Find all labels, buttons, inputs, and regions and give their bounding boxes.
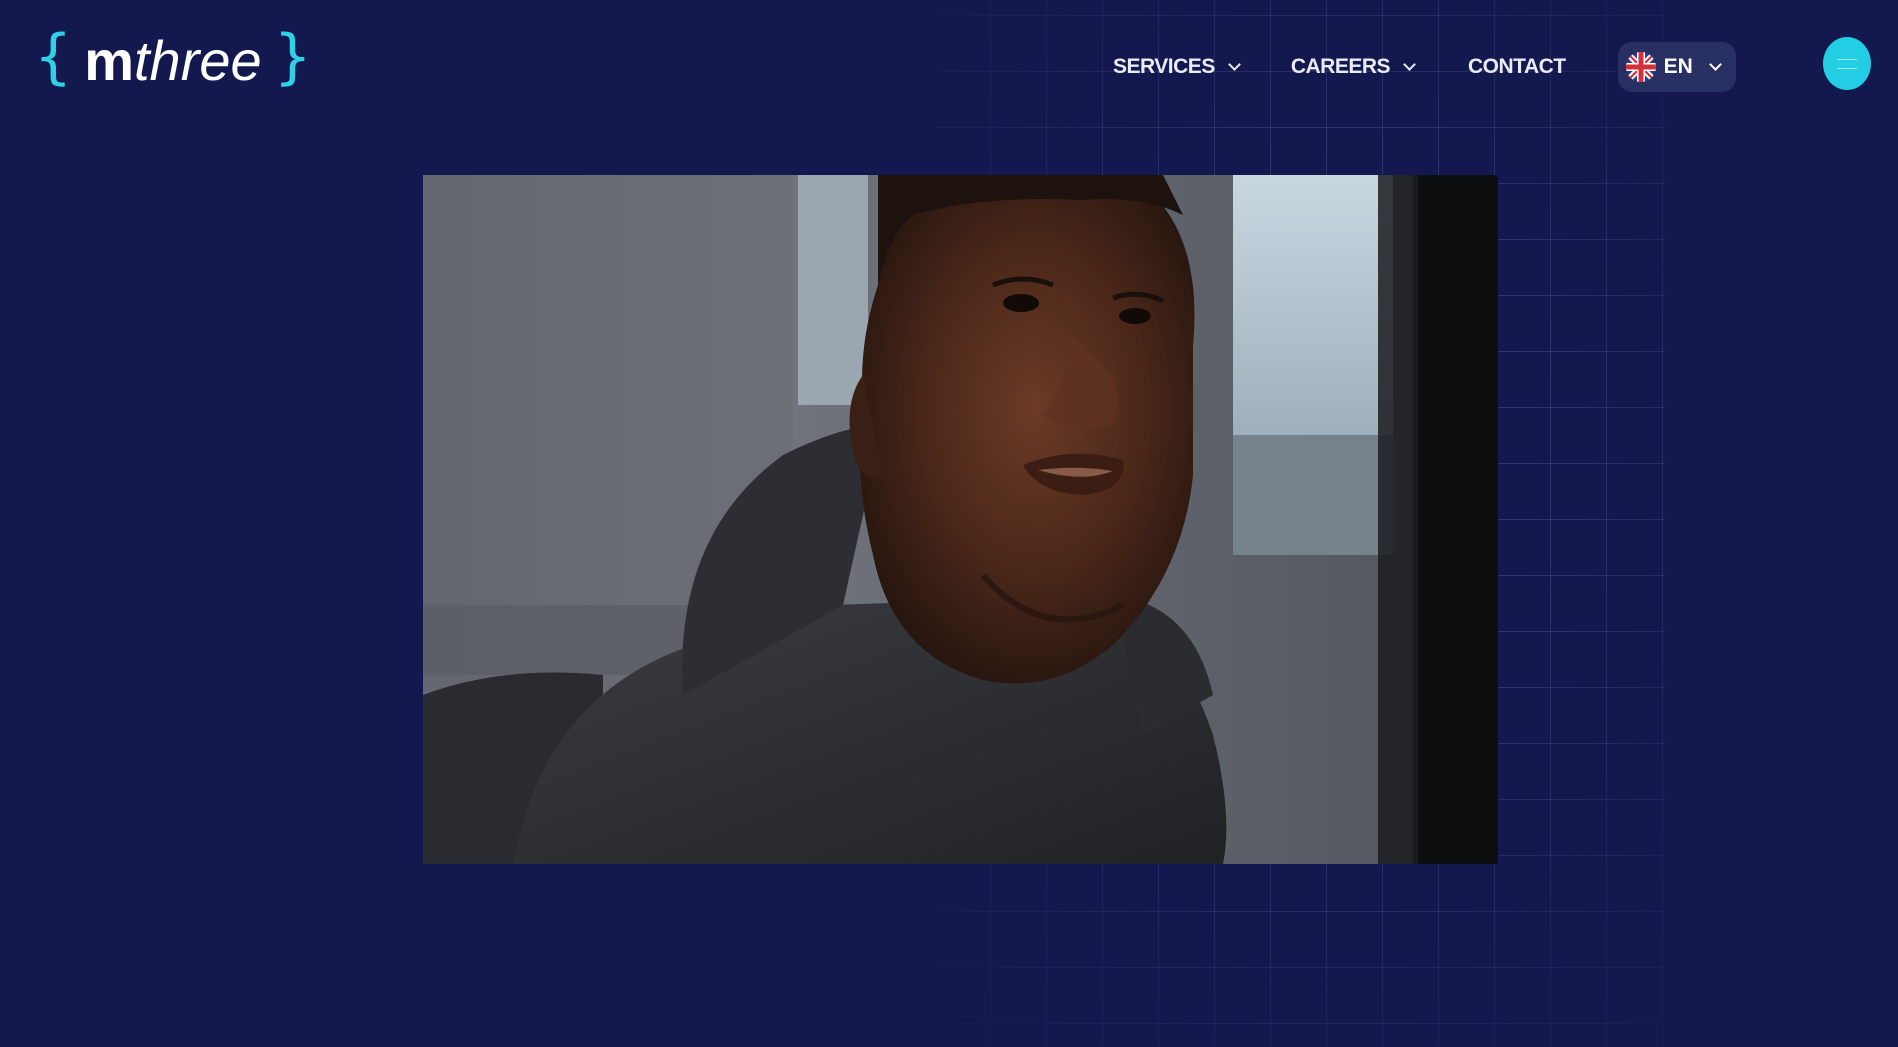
nav-contact-label: CONTACT: [1468, 55, 1566, 78]
uk-flag-icon: [1625, 52, 1656, 82]
chevron-down-icon: [1403, 57, 1416, 71]
logo-open-brace: {: [34, 22, 73, 92]
main-nav: SERVICES CAREERS CONTACT EN: [1113, 42, 1736, 92]
site-header: { m three } SERVICES CAREERS CONTACT EN: [0, 0, 1898, 125]
nav-careers[interactable]: CAREERS: [1290, 47, 1416, 87]
language-label: EN: [1663, 55, 1693, 78]
chevron-down-icon: [1708, 57, 1722, 71]
logo-m: m: [84, 29, 134, 92]
nav-careers-label: CAREERS: [1290, 55, 1391, 78]
logo-three: three: [133, 29, 262, 92]
language-selector[interactable]: EN: [1617, 42, 1736, 92]
video-frame-image: [423, 175, 1498, 864]
logo-close-brace: }: [273, 22, 312, 92]
mthree-logo[interactable]: { m three }: [34, 26, 312, 96]
menu-icon: [1837, 58, 1857, 69]
menu-button[interactable]: [1823, 37, 1871, 90]
hero-video[interactable]: [423, 175, 1498, 864]
page: { m three } SERVICES CAREERS CONTACT EN: [0, 0, 1898, 1047]
chevron-down-icon: [1227, 57, 1241, 71]
nav-services-label: SERVICES: [1113, 55, 1215, 78]
nav-contact[interactable]: CONTACT: [1468, 47, 1566, 87]
nav-services[interactable]: SERVICES: [1113, 47, 1241, 87]
